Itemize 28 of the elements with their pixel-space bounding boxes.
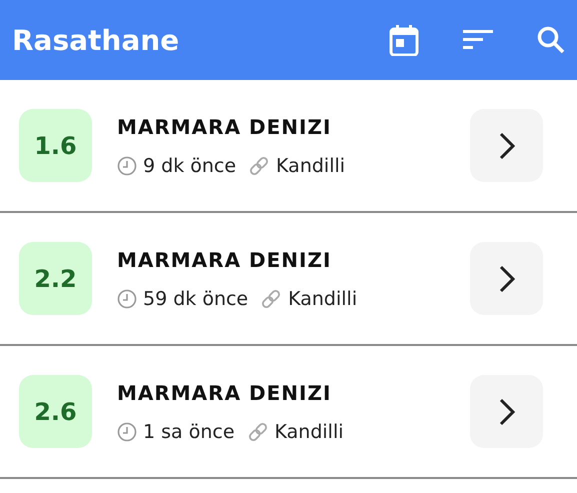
link-icon (248, 154, 270, 176)
location-name: MARMARA DENIZI (117, 380, 332, 404)
chevron-right-icon (498, 264, 514, 292)
magnitude-badge: 1.6 (19, 109, 92, 182)
location-name: MARMARA DENIZI (117, 248, 332, 272)
chevron-right-icon (498, 132, 514, 160)
time-ago: 59 dk önce (143, 288, 248, 310)
app-title: Rasathane (12, 24, 180, 56)
magnitude-badge: 2.6 (19, 375, 92, 448)
location-name: MARMARA DENIZI (117, 114, 332, 138)
calendar-icon[interactable] (389, 24, 419, 56)
source-label: Kandilli (288, 288, 358, 310)
clock-icon (117, 422, 137, 442)
search-icon[interactable] (537, 26, 565, 54)
source-label: Kandilli (276, 154, 346, 176)
time-ago: 1 sa önce (143, 420, 235, 442)
magnitude-badge: 2.2 (19, 242, 92, 315)
link-icon (260, 288, 282, 310)
source-label: Kandilli (274, 420, 344, 442)
sort-icon[interactable] (463, 30, 493, 50)
details-button[interactable] (470, 242, 543, 315)
link-icon (246, 420, 269, 442)
clock-icon (117, 288, 137, 308)
chevron-right-icon (498, 398, 514, 426)
clock-icon (117, 156, 137, 176)
time-ago: 9 dk önce (143, 154, 236, 176)
details-button[interactable] (470, 109, 543, 182)
details-button[interactable] (470, 375, 543, 448)
